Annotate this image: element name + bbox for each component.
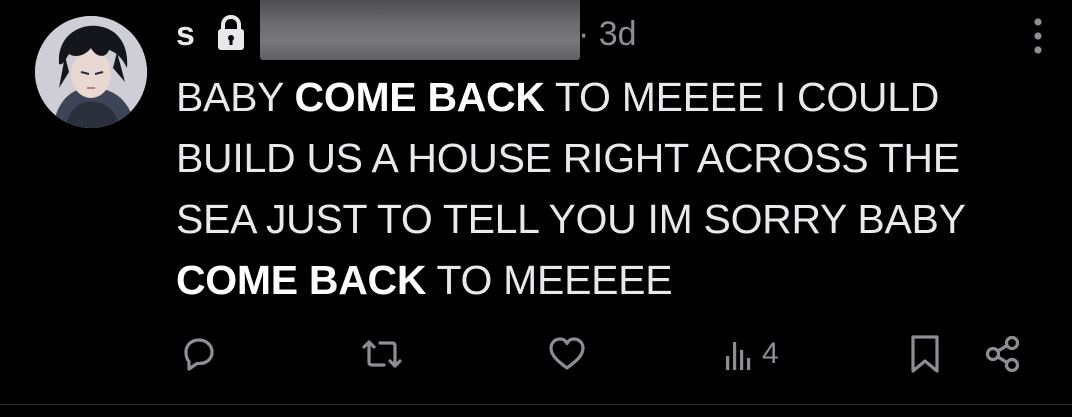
more-icon[interactable] xyxy=(1032,17,1044,55)
divider xyxy=(0,404,1072,405)
repost-icon xyxy=(362,340,402,368)
views-icon xyxy=(726,342,751,370)
post-text: BABY COME BACK TO MEEEE I COULD BUILD US… xyxy=(176,67,1046,311)
lock-icon xyxy=(216,14,246,52)
post[interactable]: s · 3d BABY COME BACK TO MEEEE I COULD B… xyxy=(0,0,1072,417)
text-segment: BABY xyxy=(176,74,295,120)
reply-button[interactable] xyxy=(178,328,218,380)
share-icon xyxy=(985,335,1020,373)
bold-text-segment: COME BACK xyxy=(176,257,427,303)
bookmark-button[interactable] xyxy=(906,328,944,380)
bookmark-icon xyxy=(911,335,939,373)
post-timestamp[interactable]: · 3d xyxy=(578,14,637,54)
repost-button[interactable] xyxy=(358,328,406,380)
like-button[interactable] xyxy=(546,328,588,380)
avatar-image xyxy=(35,16,147,128)
views-button[interactable]: 4 xyxy=(722,328,779,380)
text-segment: TO MEEEEE xyxy=(426,257,673,303)
avatar[interactable] xyxy=(35,16,147,128)
action-bar: 4 xyxy=(0,328,1072,380)
heart-icon xyxy=(549,337,585,370)
views-count: 4 xyxy=(762,337,779,370)
reply-icon xyxy=(184,338,214,371)
share-button[interactable] xyxy=(982,328,1024,380)
post-header: s · 3d xyxy=(176,0,1036,60)
bold-text-segment: COME BACK xyxy=(294,74,545,120)
author-name[interactable]: s xyxy=(176,14,195,54)
redacted-handle xyxy=(260,0,580,60)
